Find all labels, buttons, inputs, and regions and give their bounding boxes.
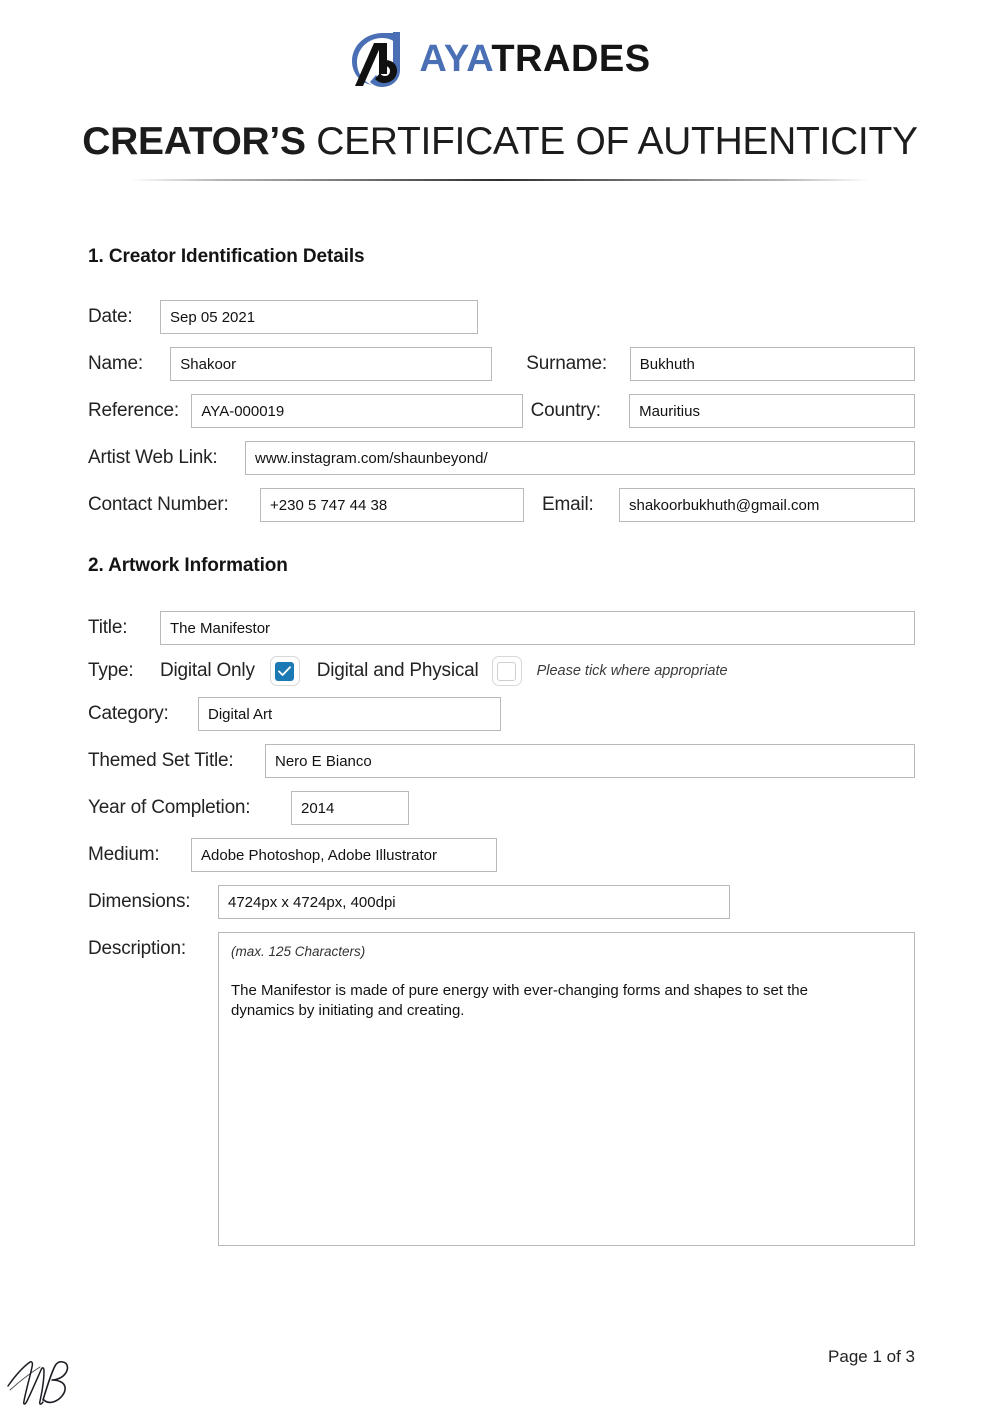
row-medium: Medium: Adobe Photoshop, Adobe Illustrat… <box>88 838 915 872</box>
brand-wordmark-aya: AYA <box>419 38 492 80</box>
type-label: Type: <box>88 660 134 681</box>
check-icon <box>278 665 292 676</box>
document-header: AYATRADES CREATOR’S CERTIFICATE OF AUTHE… <box>0 0 1000 181</box>
name-label: Name: <box>88 353 143 374</box>
checkbox-digital-and-physical-inner <box>497 661 517 681</box>
checkbox-digital-and-physical[interactable] <box>491 656 522 686</box>
country-field[interactable]: Mauritius <box>629 394 915 428</box>
dimensions-label: Dimensions: <box>88 891 191 912</box>
page-title-light: CERTIFICATE OF AUTHENTICITY <box>316 120 918 163</box>
row-themed-set-title: Themed Set Title: Nero E Bianco <box>88 744 915 778</box>
row-year-of-completion: Year of Completion: 2014 <box>88 791 915 825</box>
row-name-surname: Name: Shakoor Surname: Bukhuth <box>88 347 915 381</box>
web-link-label: Artist Web Link: <box>88 447 218 468</box>
page-title-strong: CREATOR’S <box>82 120 306 163</box>
row-contact-email: Contact Number: +230 5 747 44 38 Email: … <box>88 488 915 522</box>
row-category: Category: Digital Art <box>88 697 915 731</box>
date-label: Date: <box>88 306 133 327</box>
checkbox-digital-only[interactable] <box>269 656 300 686</box>
description-text: The Manifestor is made of pure energy wi… <box>231 982 808 1020</box>
name-field[interactable]: Shakoor <box>170 347 493 381</box>
brand-wordmark: AYATRADES <box>419 40 650 78</box>
form-body: 1. Creator Identification Details Date: … <box>88 246 915 1246</box>
row-title: Title: The Manifestor <box>88 611 915 645</box>
title-divider <box>130 179 870 181</box>
type-hint: Please tick where appropriate <box>536 663 728 679</box>
section-1-heading: 1. Creator Identification Details <box>88 246 365 267</box>
year-of-completion-field[interactable]: 2014 <box>291 791 409 825</box>
reference-field[interactable]: AYA-000019 <box>191 394 523 428</box>
date-field[interactable]: Sep 05 2021 <box>160 300 478 334</box>
section-2-heading: 2. Artwork Information <box>88 555 288 576</box>
category-label: Category: <box>88 703 169 724</box>
surname-field[interactable]: Bukhuth <box>629 347 915 381</box>
row-reference-country: Reference: AYA-000019 Country: Mauritius <box>88 394 915 428</box>
themed-set-title-field[interactable]: Nero E Bianco <box>265 744 915 778</box>
row-date: Date: Sep 05 2021 <box>88 300 915 334</box>
email-field[interactable]: shakoorbukhuth@gmail.com <box>619 488 915 522</box>
handwritten-signature-nb <box>7 1360 69 1405</box>
row-dimensions: Dimensions: 4724px x 4724px, 400dpi <box>88 885 915 919</box>
surname-label: Surname: <box>526 353 608 374</box>
themed-set-title-label: Themed Set Title: <box>88 750 234 771</box>
page-number: Page 1 of 3 <box>828 1347 915 1366</box>
email-label: Email: <box>542 494 594 515</box>
title-field[interactable]: The Manifestor <box>160 611 915 645</box>
dimensions-field[interactable]: 4724px x 4724px, 400dpi <box>218 885 730 919</box>
type-option-digital-only-label: Digital Only <box>160 660 255 681</box>
description-field[interactable]: (max. 125 Characters) The Manifestor is … <box>218 932 915 1246</box>
medium-field[interactable]: Adobe Photoshop, Adobe Illustrator <box>191 838 497 872</box>
contact-field[interactable]: +230 5 747 44 38 <box>260 488 524 522</box>
row-type: Type: Digital Only Digital and Physical … <box>88 656 915 686</box>
category-field[interactable]: Digital Art <box>198 697 501 731</box>
type-option-digital-physical-label: Digital and Physical <box>316 660 479 681</box>
brand-logo: AYATRADES <box>349 28 650 90</box>
reference-label: Reference: <box>88 400 179 421</box>
page-title: CREATOR’S CERTIFICATE OF AUTHENTICITY <box>82 120 918 164</box>
brand-wordmark-trades: TRADES <box>491 38 651 80</box>
medium-label: Medium: <box>88 844 160 865</box>
description-label: Description: <box>88 938 186 959</box>
row-web-link: Artist Web Link: www.instagram.com/shaun… <box>88 441 915 475</box>
title-label: Title: <box>88 617 128 638</box>
web-link-field[interactable]: www.instagram.com/shaunbeyond/ <box>245 441 915 475</box>
checkbox-digital-only-inner <box>275 661 295 681</box>
year-of-completion-label: Year of Completion: <box>88 797 251 818</box>
contact-label: Contact Number: <box>88 494 229 515</box>
country-label: Country: <box>530 400 601 421</box>
ayatrades-a-mark-icon <box>352 32 401 87</box>
description-hint: (max. 125 Characters) <box>231 944 366 959</box>
row-description: Description: (max. 125 Characters) The M… <box>88 932 915 1246</box>
